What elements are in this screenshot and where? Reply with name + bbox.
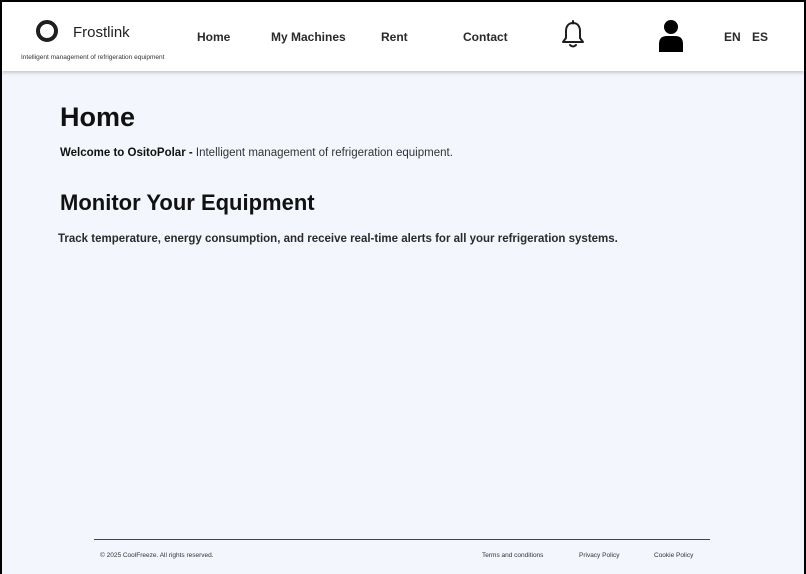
logo-ring-icon[interactable] (36, 20, 58, 42)
page-title: Home (60, 102, 136, 132)
nav-home[interactable]: Home (197, 30, 230, 44)
footer-terms-link[interactable]: Terms and conditions (482, 552, 543, 559)
footer-copyright: © 2025 CoolFreeze. All rights reserved. (100, 552, 214, 559)
welcome-text: Welcome to OsitoPolar - Intelligent mana… (60, 147, 453, 159)
nav-my-machines[interactable]: My Machines (271, 30, 346, 44)
welcome-description: Intelligent management of refrigeration … (192, 147, 453, 159)
lang-en[interactable]: EN (724, 30, 741, 44)
bell-icon[interactable] (560, 20, 586, 50)
section-title: Monitor Your Equipment (60, 190, 315, 215)
footer-privacy-link[interactable]: Privacy Policy (579, 552, 619, 559)
brand-name[interactable]: Frostlink (73, 24, 130, 41)
nav-contact[interactable]: Contact (463, 30, 508, 44)
user-icon[interactable] (657, 18, 685, 52)
welcome-brand: Welcome to OsitoPolar - (60, 147, 193, 159)
nav-rent[interactable]: Rent (381, 30, 408, 44)
footer-cookie-link[interactable]: Cookie Policy (654, 552, 693, 559)
top-navbar: Frostlink Intelligent management of refr… (2, 2, 804, 71)
lang-es[interactable]: ES (752, 30, 768, 44)
section-description: Track temperature, energy consumption, a… (58, 233, 618, 245)
footer-divider (94, 539, 710, 540)
app-window: Frostlink Intelligent management of refr… (2, 2, 804, 574)
brand-tagline: Intelligent management of refrigeration … (21, 54, 165, 61)
